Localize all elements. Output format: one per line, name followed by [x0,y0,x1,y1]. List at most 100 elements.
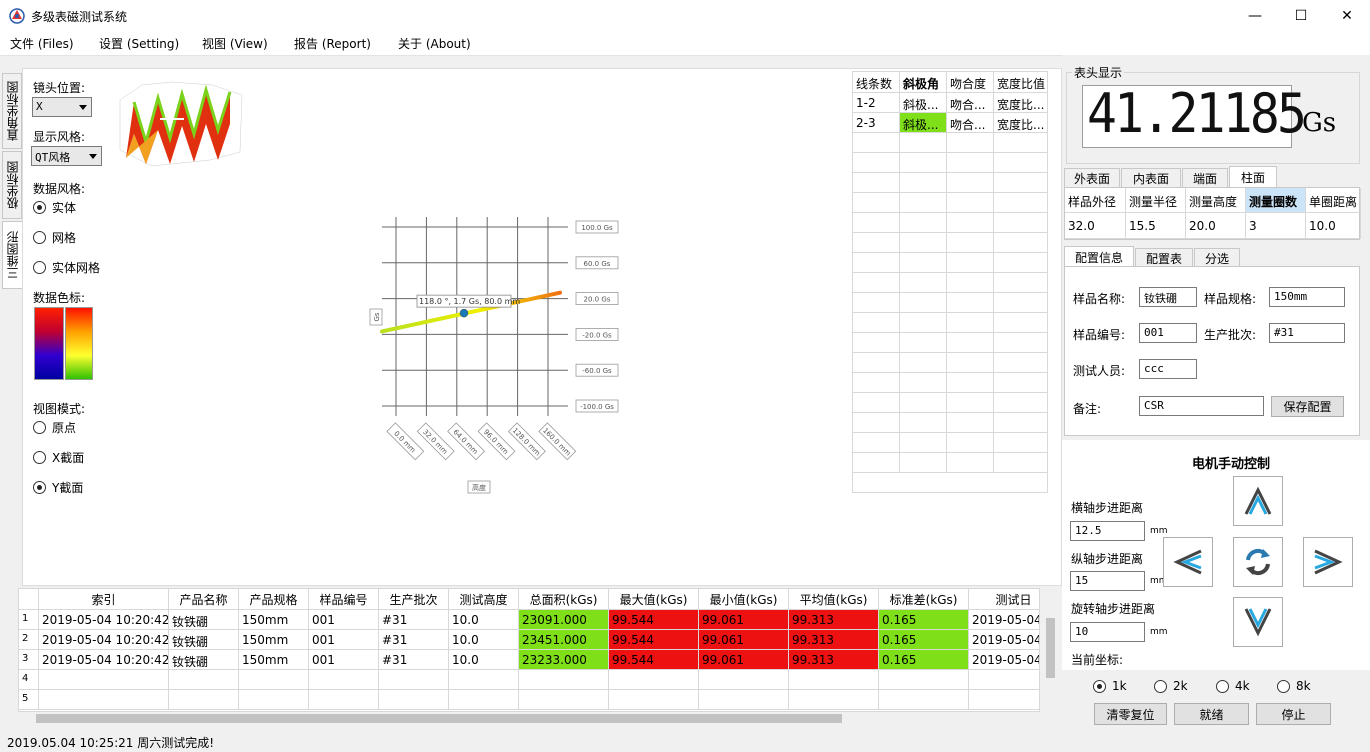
empty-cell[interactable] [994,353,1048,373]
row-number[interactable]: 3 [19,650,39,670]
table-cell[interactable] [169,690,239,710]
empty-cell[interactable] [947,213,994,233]
table-cell[interactable]: 150mm [239,650,309,670]
table-cell[interactable] [969,670,1039,690]
empty-cell[interactable] [900,333,947,353]
table-cell[interactable] [969,690,1039,710]
empty-cell[interactable] [994,253,1048,273]
column-header[interactable]: 宽度比值 [994,72,1048,93]
table-cell[interactable]: 宽度比... [994,93,1048,113]
sample-number-input[interactable]: 001 [1139,323,1197,343]
empty-cell[interactable] [994,153,1048,173]
table-cell[interactable]: 0.165 [879,630,969,650]
radio-mesh[interactable]: 网格 [33,229,76,246]
empty-cell[interactable] [853,293,900,313]
column-header[interactable]: 测试高度 [449,589,519,610]
note-input[interactable]: CSR [1139,396,1264,416]
empty-cell[interactable] [900,193,947,213]
tab-3d[interactable]: 三维图形 [2,221,22,289]
table-cell[interactable] [789,670,879,690]
column-header[interactable]: 总面积(kGs) [519,589,609,610]
move-left-button[interactable] [1163,537,1213,587]
empty-cell[interactable] [994,413,1048,433]
ready-button[interactable]: 就绪 [1174,703,1249,725]
empty-cell[interactable] [947,253,994,273]
scrollbar-thumb[interactable] [1046,618,1055,678]
minimize-button[interactable]: — [1232,0,1278,31]
empty-cell[interactable] [994,273,1048,293]
table-cell[interactable]: 3 [1246,213,1306,239]
table-cell[interactable]: 10.0 [449,650,519,670]
empty-cell[interactable] [947,193,994,213]
empty-cell[interactable] [947,453,994,473]
save-config-button[interactable]: 保存配置 [1271,396,1344,417]
empty-cell[interactable] [853,433,900,453]
column-header[interactable]: 样品外径 [1065,188,1126,213]
tab-cartesian[interactable]: 直角坐标图 [2,73,22,149]
r-step-input[interactable]: 10 [1070,622,1145,642]
table-cell[interactable]: 20.0 [1186,213,1246,239]
column-header[interactable]: 线条数 [853,72,900,93]
column-header[interactable]: 测试日 [969,589,1039,610]
table-cell[interactable] [309,690,379,710]
table-cell[interactable]: 32.0 [1065,213,1126,239]
empty-cell[interactable] [994,453,1048,473]
table-cell[interactable]: 99.544 [609,630,699,650]
empty-cell[interactable] [853,153,900,173]
table-cell[interactable]: 2019-05-04 10:20:42 [39,650,169,670]
column-header[interactable]: 测量高度 [1186,188,1246,213]
table-cell[interactable]: 99.544 [609,650,699,670]
row-number[interactable]: 4 [19,670,39,690]
empty-cell[interactable] [900,393,947,413]
reset-button[interactable]: 清零复位 [1094,703,1167,725]
empty-cell[interactable] [900,373,947,393]
table-cell[interactable] [379,690,449,710]
table-cell[interactable]: 1-2 [853,93,900,113]
table-cell[interactable]: 2019-05-04 [969,650,1039,670]
radio-x-section[interactable]: X截面 [33,449,84,466]
colormap-blue-red[interactable] [34,307,64,380]
speed-4k[interactable]: 4k [1216,679,1250,693]
sample-spec-input[interactable]: 150mm [1269,287,1345,307]
empty-cell[interactable] [900,433,947,453]
table-cell[interactable]: 钕铁硼 [169,650,239,670]
stop-button[interactable]: 停止 [1256,703,1331,725]
table-cell[interactable]: #31 [379,650,449,670]
colormap-green-red[interactable] [65,307,93,380]
empty-cell[interactable] [947,413,994,433]
empty-cell[interactable] [900,353,947,373]
empty-cell[interactable] [994,133,1048,153]
table-cell[interactable]: 0.165 [879,650,969,670]
empty-cell[interactable] [853,133,900,153]
empty-cell[interactable] [853,233,900,253]
empty-cell[interactable] [853,313,900,333]
table-cell[interactable]: 23451.000 [519,630,609,650]
radio-origin[interactable]: 原点 [33,419,76,436]
horizontal-scrollbar[interactable] [18,712,1042,726]
empty-cell[interactable] [853,213,900,233]
table-cell[interactable]: 99.061 [699,650,789,670]
move-right-button[interactable] [1303,537,1353,587]
empty-cell[interactable] [853,193,900,213]
empty-cell[interactable] [947,293,994,313]
empty-cell[interactable] [947,233,994,253]
column-header[interactable]: 单圈距离 [1306,188,1361,213]
table-cell[interactable]: 斜极... [900,113,947,133]
table-cell[interactable]: 001 [309,650,379,670]
menu-report[interactable]: 报告 (Report) [294,35,371,52]
speed-1k[interactable]: 1k [1093,679,1127,693]
table-cell[interactable]: 99.544 [609,610,699,630]
column-header[interactable]: 生产批次 [379,589,449,610]
table-cell[interactable] [609,690,699,710]
table-cell[interactable] [39,690,169,710]
empty-cell[interactable] [947,353,994,373]
column-header[interactable]: 斜极角 [900,72,947,93]
vertical-scrollbar[interactable] [1042,588,1060,712]
empty-cell[interactable] [994,393,1048,413]
empty-cell[interactable] [900,453,947,473]
table-cell[interactable]: 001 [309,610,379,630]
empty-cell[interactable] [947,373,994,393]
table-cell[interactable]: 0.165 [879,610,969,630]
table-cell[interactable]: 150mm [239,630,309,650]
batch-input[interactable]: #31 [1269,323,1345,343]
